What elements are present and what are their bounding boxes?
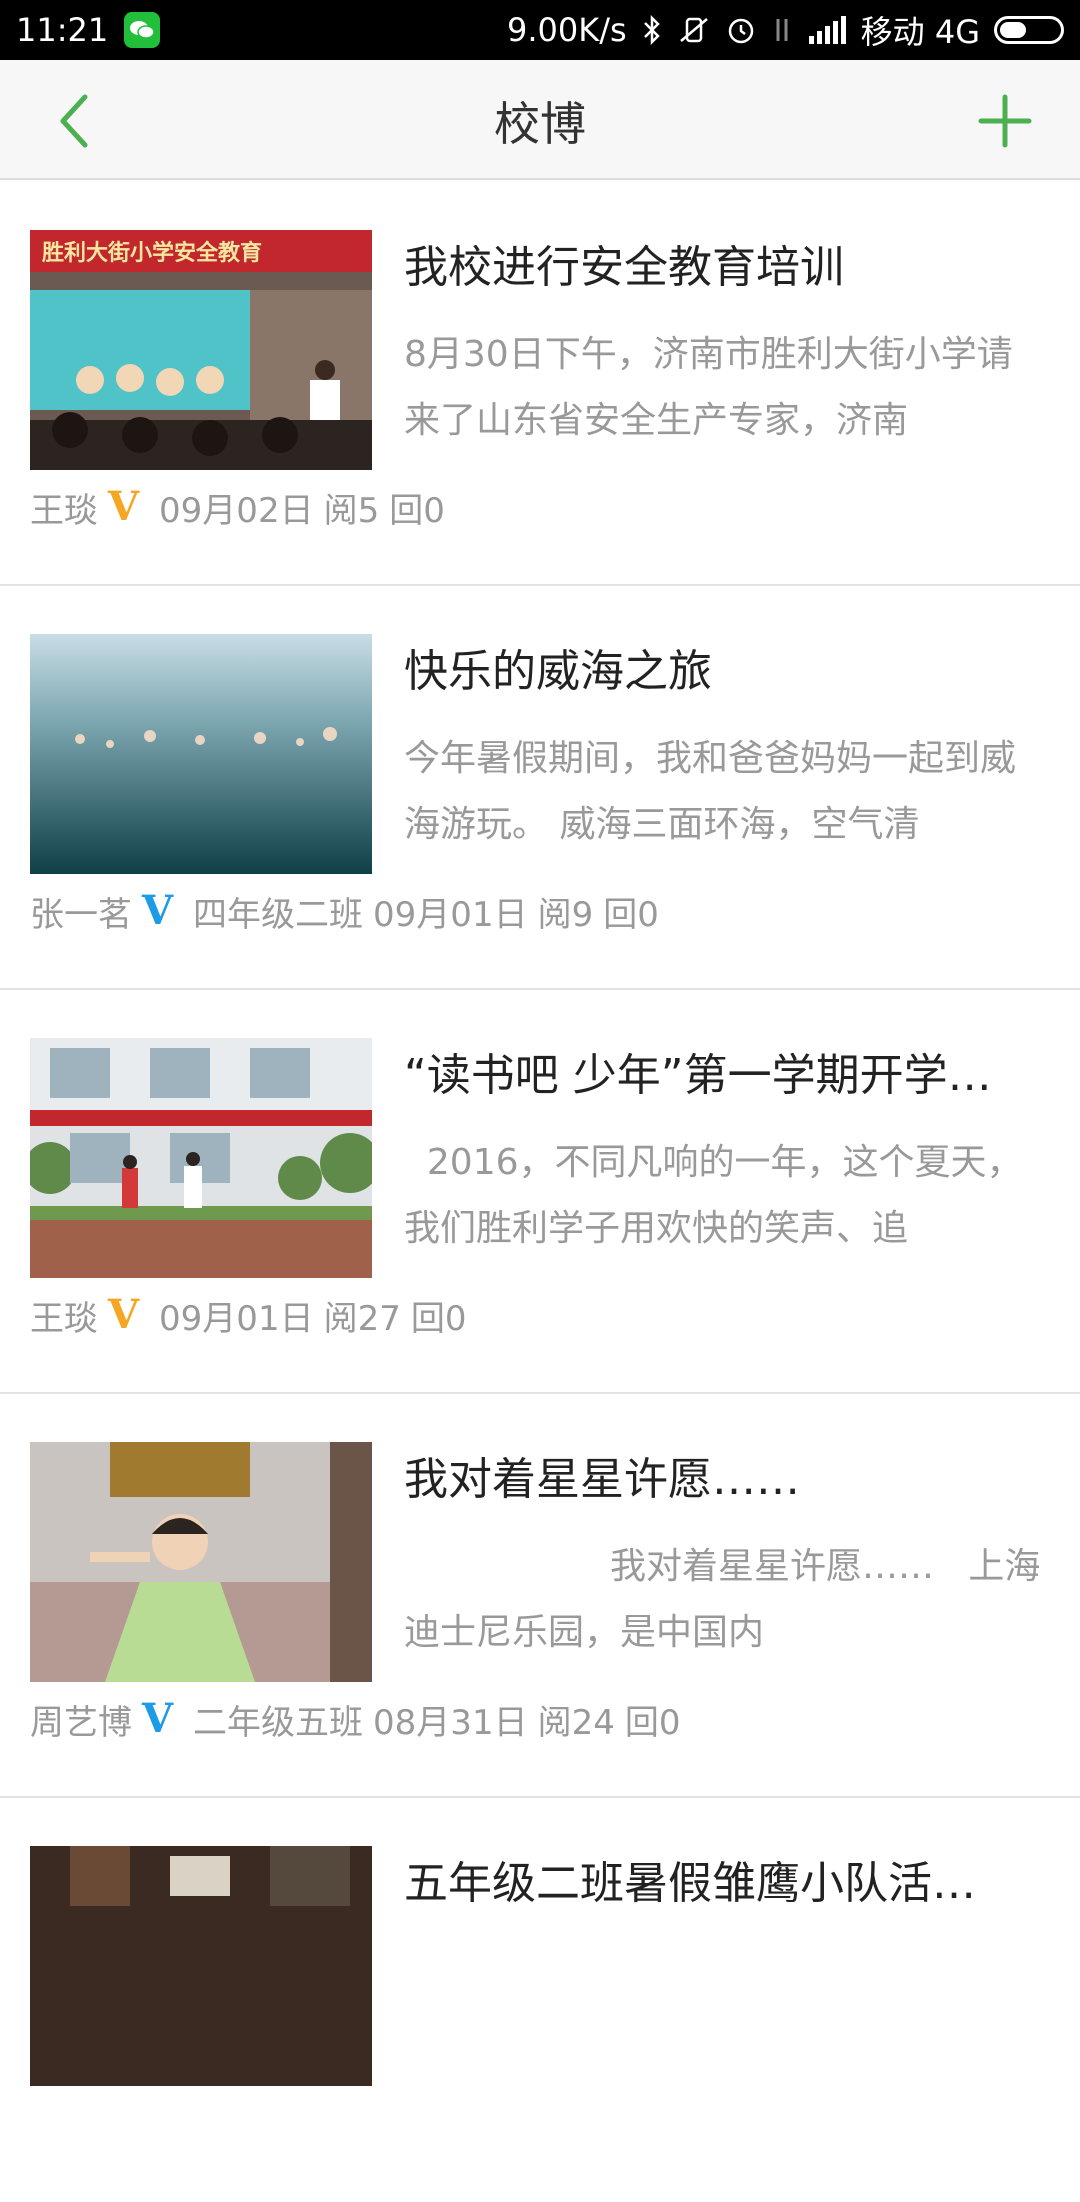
list-item[interactable]: 快乐的威海之旅 今年暑假期间，我和爸爸妈妈一起到威海游玩。 威海三面环海，空气清… [0, 586, 1080, 990]
post-thumbnail [30, 1846, 372, 2086]
post-author: 周艺博 [30, 1702, 132, 1743]
read-count: 阅9 [537, 894, 594, 935]
carrier-label: 移动 4G [860, 13, 980, 51]
post-date: 09月01日 [373, 894, 528, 935]
post-title: 我对着星星许愿…… [404, 1454, 800, 1505]
post-thumbnail [30, 634, 372, 874]
reply-count: 回0 [624, 1702, 681, 1743]
post-title: 快乐的威海之旅 [404, 646, 712, 697]
signal-icon [807, 16, 847, 44]
verified-badge-icon: V [108, 1291, 140, 1338]
wechat-icon [124, 12, 161, 48]
post-list: 胜利大街小学安全教育 我校进行安全教育培训 8月30日下午，济南市胜利大街小学请… [0, 182, 1080, 2202]
post-title: “读书吧 少年”第一学期开学… [404, 1050, 992, 1101]
list-item[interactable]: 五年级二班暑假雏鹰小队活… [0, 1798, 1080, 2202]
add-post-button[interactable] [970, 88, 1040, 158]
list-item[interactable]: 我对着星星许愿…… 我对着星星许愿…… 上海迪士尼乐园，是中国内 周艺博 V 二年… [0, 1394, 1080, 1798]
read-count: 阅24 [537, 1702, 615, 1743]
verified-badge-icon: V [108, 483, 140, 530]
data-transfer-icon [771, 15, 793, 45]
post-class: 四年级二班 [193, 894, 364, 935]
reply-count: 回0 [410, 1298, 467, 1339]
post-thumbnail: 胜利大街小学安全教育 [30, 230, 372, 470]
top-bar: 校博 [0, 60, 1080, 180]
list-item[interactable]: 胜利大街小学安全教育 我校进行安全教育培训 8月30日下午，济南市胜利大街小学请… [0, 182, 1080, 586]
post-date: 08月31日 [373, 1702, 528, 1743]
post-summary: 今年暑假期间，我和爸爸妈妈一起到威海游玩。 威海三面环海，空气清 [404, 738, 1017, 845]
page-title: 校博 [494, 97, 586, 151]
post-title: 五年级二班暑假雏鹰小队活… [404, 1858, 976, 1909]
post-author: 张一茗 [30, 894, 132, 935]
post-class: 二年级五班 [193, 1702, 364, 1743]
banner-text: 胜利大街小学安全教育 [42, 240, 262, 266]
post-summary: 2016，不同凡响的一年，这个夏天，我们胜利学子用欢快的笑声、追 [404, 1142, 1023, 1249]
reply-count: 回0 [603, 894, 659, 935]
reply-count: 回0 [389, 490, 445, 531]
post-meta: 张一茗 V 四年级二班 09月01日 阅9 回0 [30, 886, 659, 936]
post-date: 09月02日 [159, 490, 314, 531]
post-summary: 我对着星星许愿…… 上海迪士尼乐园，是中国内 [404, 1546, 1041, 1653]
network-speed: 9.00K/s [506, 11, 627, 49]
alarm-icon [725, 14, 757, 46]
post-summary: 8月30日下午，济南市胜利大街小学请来了山东省安全生产专家，济南 [404, 334, 1013, 441]
clock: 11:21 [16, 11, 109, 49]
post-thumbnail [30, 1442, 372, 1682]
read-count: 阅5 [323, 490, 380, 531]
status-bar: 11:21 9.00K/s 移动 4G [0, 0, 1080, 60]
verified-badge-icon: V [142, 887, 174, 934]
post-meta: 周艺博 V 二年级五班 08月31日 阅24 回0 [30, 1694, 680, 1744]
post-author: 王琰 [30, 1298, 98, 1339]
post-author: 王琰 [30, 490, 98, 531]
list-item[interactable]: “读书吧 少年”第一学期开学… 2016，不同凡响的一年，这个夏天，我们胜利学子… [0, 990, 1080, 1394]
verified-badge-icon: V [142, 1695, 174, 1742]
post-meta: 王琰 V 09月02日 阅5 回0 [30, 482, 445, 532]
bluetooth-icon [641, 15, 663, 45]
post-thumbnail [30, 1038, 372, 1278]
vibrate-off-icon [677, 15, 711, 45]
battery-icon [994, 16, 1064, 44]
read-count: 阅27 [323, 1298, 401, 1339]
post-date: 09月01日 [159, 1298, 314, 1339]
plus-icon [977, 93, 1033, 153]
post-title: 我校进行安全教育培训 [404, 242, 844, 293]
post-meta: 王琰 V 09月01日 阅27 回0 [30, 1290, 466, 1340]
